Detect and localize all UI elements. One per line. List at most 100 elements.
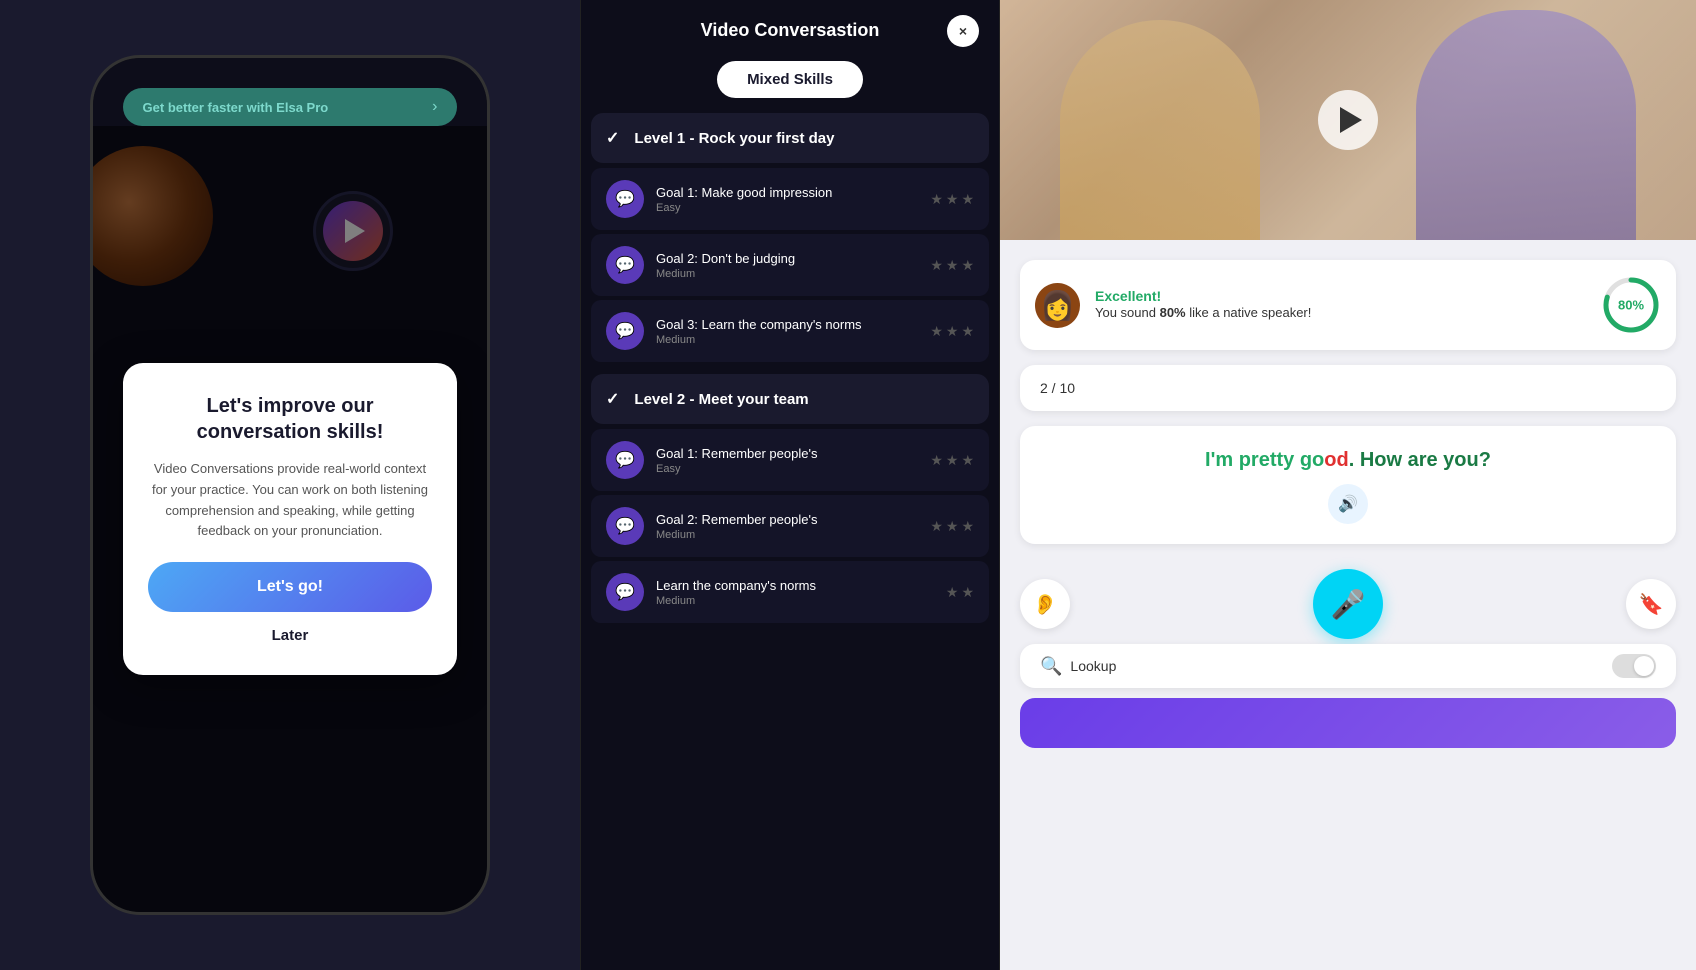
chat-bubble-icon: 💬 [615, 321, 635, 341]
goal1-difficulty: Easy [656, 202, 918, 214]
level2-goal1-info: Goal 1: Remember people's Easy [656, 446, 918, 475]
pro-banner-arrow: › [432, 98, 437, 116]
feedback-description: You sound 80% like a native speaker! [1095, 304, 1586, 322]
word-od: od [1324, 449, 1348, 471]
skills-pill[interactable]: Mixed Skills [717, 61, 863, 98]
microphone-button[interactable]: 🎤 [1313, 569, 1383, 639]
goal2-stars: ★ ★ ★ [930, 257, 974, 274]
goal-item[interactable]: 💬 Goal 2: Remember people's Medium ★ ★ ★ [591, 495, 989, 557]
level2-goal1-name: Goal 1: Remember people's [656, 446, 918, 461]
chat-bubble-icon: 💬 [615, 255, 635, 275]
toggle-knob [1634, 656, 1654, 676]
level2-goal1-stars: ★ ★ ★ [930, 452, 974, 469]
level2-goal3-name: Learn the company's norms [656, 578, 934, 593]
phone-panel: Get better faster with Elsa Pro › Le [0, 0, 580, 970]
star-icon: ★ [930, 452, 943, 469]
goal1-stars: ★ ★ ★ [930, 191, 974, 208]
level2-check-icon: ✓ [606, 389, 619, 409]
right-panel: 👩 Excellent! You sound 80% like a native… [1000, 0, 1696, 970]
level2-title: Level 2 - Meet your team [634, 391, 808, 408]
lets-go-button[interactable]: Let's go! [148, 562, 433, 612]
audio-icon: 🔊 [1338, 494, 1358, 514]
avatar-face: 👩 [1040, 289, 1075, 322]
chat-bubble-icon: 💬 [615, 582, 635, 602]
video-play-button[interactable] [1318, 90, 1378, 150]
star-icon: ★ [930, 518, 943, 535]
bookmark-button[interactable]: 🔖 [1626, 579, 1676, 629]
goal3-info: Goal 3: Learn the company's norms Medium [656, 317, 918, 346]
goal-item[interactable]: 💬 Goal 1: Make good impression Easy ★ ★ … [591, 168, 989, 230]
goal1-info: Goal 1: Make good impression Easy [656, 185, 918, 214]
modal-overlay: Let's improve our conversation skills! V… [93, 126, 487, 912]
middle-panel: Video Conversastion × Mixed Skills ✓ Lev… [580, 0, 1000, 970]
level2-goal3-difficulty: Medium [656, 595, 934, 607]
goal3-name: Goal 3: Learn the company's norms [656, 317, 918, 332]
level2-goal2-name: Goal 2: Remember people's [656, 512, 918, 527]
goal3-icon: 💬 [606, 312, 644, 350]
pro-banner[interactable]: Get better faster with Elsa Pro › [123, 88, 458, 126]
level2-goal2-icon: 💬 [606, 507, 644, 545]
excellent-label: Excellent! [1095, 288, 1586, 304]
goal3-stars: ★ ★ ★ [930, 323, 974, 340]
sentence-text: I'm pretty good. How are you? [1040, 446, 1656, 474]
star-icon: ★ [961, 323, 974, 340]
level2-goal3-info: Learn the company's norms Medium [656, 578, 934, 607]
feedback-text: Excellent! You sound 80% like a native s… [1095, 288, 1586, 322]
star-icon: ★ [961, 452, 974, 469]
star-icon: ★ [946, 584, 959, 601]
goal2-icon: 💬 [606, 246, 644, 284]
goal2-info: Goal 2: Don't be judging Medium [656, 251, 918, 280]
later-button[interactable]: Later [272, 627, 309, 644]
ear-button[interactable]: 👂 [1020, 579, 1070, 629]
chat-bubble-icon: 💬 [615, 516, 635, 536]
audio-button[interactable]: 🔊 [1328, 484, 1368, 524]
star-icon: ★ [930, 191, 943, 208]
star-icon: ★ [930, 323, 943, 340]
progress-circle: 80% [1601, 275, 1661, 335]
word-go: go [1300, 449, 1324, 471]
phone-frame: Get better faster with Elsa Pro › Le [90, 55, 490, 915]
lookup-label: Lookup [1070, 658, 1116, 674]
modal-description: Video Conversations provide real-world c… [148, 459, 433, 542]
level2-goal2-stars: ★ ★ ★ [930, 518, 974, 535]
chat-bubble-icon: 💬 [615, 450, 635, 470]
star-icon: ★ [946, 323, 959, 340]
goal-item[interactable]: 💬 Learn the company's norms Medium ★ ★ [591, 561, 989, 623]
progress-label: 80% [1618, 298, 1644, 313]
goal-item[interactable]: 💬 Goal 2: Don't be judging Medium ★ ★ ★ [591, 234, 989, 296]
level2-header[interactable]: ✓ Level 2 - Meet your team [591, 374, 989, 424]
star-icon: ★ [946, 518, 959, 535]
lookup-row: 🔍 Lookup [1020, 644, 1676, 688]
phone-screen: Get better faster with Elsa Pro › Le [93, 58, 487, 912]
search-icon: 🔍 [1040, 656, 1062, 677]
video-section [1000, 0, 1696, 240]
level1-header[interactable]: ✓ Level 1 - Rock your first day [591, 113, 989, 163]
goal-item[interactable]: 💬 Goal 1: Remember people's Easy ★ ★ ★ [591, 429, 989, 491]
goal3-difficulty: Medium [656, 334, 918, 346]
star-icon: ★ [961, 257, 974, 274]
level2-goal2-info: Goal 2: Remember people's Medium [656, 512, 918, 541]
counter-text: 2 / 10 [1040, 380, 1656, 396]
vc-title: Video Conversastion [701, 20, 880, 41]
goal2-difficulty: Medium [656, 268, 918, 280]
level2-goal2-difficulty: Medium [656, 529, 918, 541]
star-icon: ★ [961, 584, 974, 601]
phone-content: Let's improve our conversation skills! V… [93, 126, 487, 912]
modal-title: Let's improve our conversation skills! [148, 393, 433, 445]
level1-title: Level 1 - Rock your first day [634, 130, 834, 147]
star-icon: ★ [961, 518, 974, 535]
controls-row: 👂 🎤 🔖 [1000, 564, 1696, 644]
level1-check-icon: ✓ [606, 128, 619, 148]
level2-goal3-icon: 💬 [606, 573, 644, 611]
video-play-triangle-icon [1340, 107, 1362, 133]
lookup-toggle[interactable] [1612, 654, 1656, 678]
level2-goal1-difficulty: Easy [656, 463, 918, 475]
star-icon: ★ [946, 191, 959, 208]
goal2-name: Goal 2: Don't be judging [656, 251, 918, 266]
ear-icon: 👂 [1033, 592, 1058, 617]
avatar: 👩 [1035, 283, 1080, 328]
goal-item[interactable]: 💬 Goal 3: Learn the company's norms Medi… [591, 300, 989, 362]
close-button[interactable]: × [947, 15, 979, 47]
practice-content: 👩 Excellent! You sound 80% like a native… [1000, 240, 1696, 564]
lookup-left: 🔍 Lookup [1040, 656, 1116, 677]
